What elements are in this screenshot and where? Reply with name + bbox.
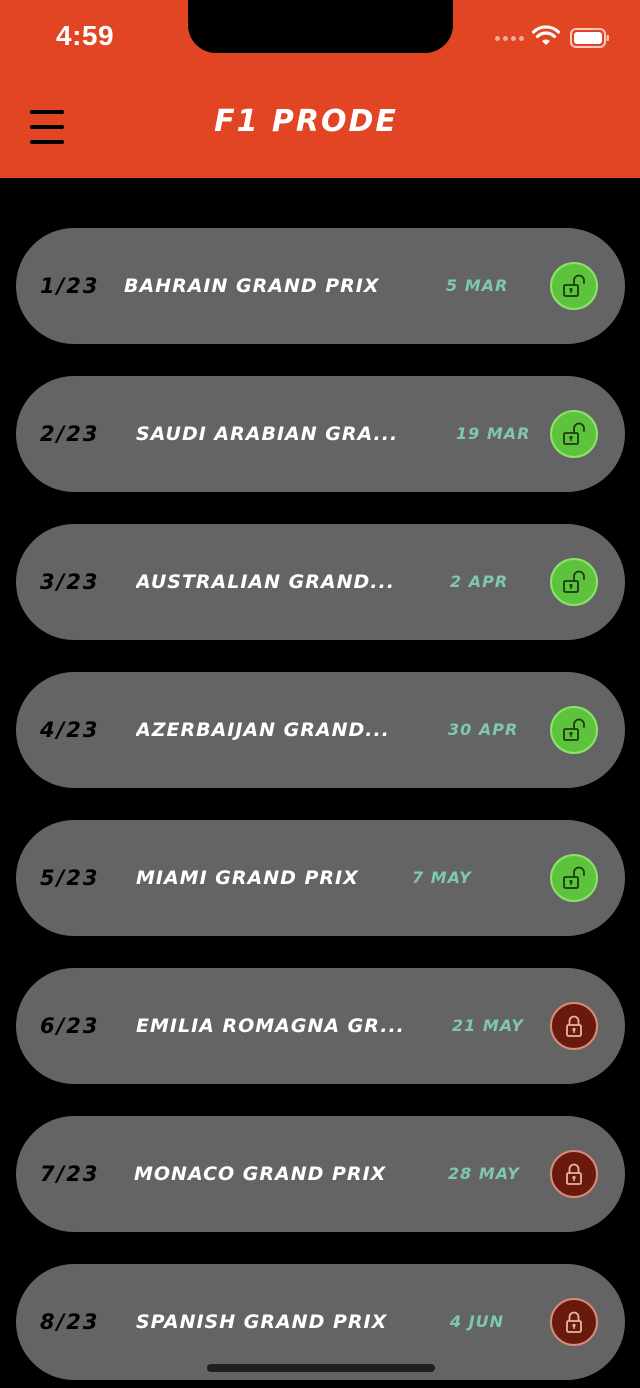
race-round-number: 7/23 bbox=[40, 1162, 100, 1186]
cellular-signal-icon bbox=[495, 36, 524, 41]
lock-open-icon[interactable] bbox=[550, 706, 598, 754]
app-header: 4:59 F1 PRODE bbox=[0, 0, 640, 178]
wifi-icon bbox=[532, 25, 560, 45]
race-name: SAUDI ARABIAN GRA... bbox=[136, 423, 399, 445]
race-row[interactable]: 1/23 BAHRAIN GRAND PRIX 5 MAR bbox=[16, 228, 625, 344]
race-row[interactable]: 8/23 SPANISH GRAND PRIX 4 JUN bbox=[16, 1264, 625, 1380]
race-name: EMILIA ROMAGNA GR... bbox=[136, 1015, 405, 1037]
status-time: 4:59 bbox=[56, 20, 115, 51]
lock-closed-icon[interactable] bbox=[550, 1150, 598, 1198]
race-round-number: 6/23 bbox=[40, 1014, 100, 1038]
lock-closed-icon[interactable] bbox=[550, 1298, 598, 1346]
lock-open-icon[interactable] bbox=[550, 410, 598, 458]
lock-open-icon[interactable] bbox=[550, 558, 598, 606]
battery-icon bbox=[570, 28, 609, 48]
race-round-number: 3/23 bbox=[40, 570, 100, 594]
race-row[interactable]: 7/23 MONACO GRAND PRIX 28 MAY bbox=[16, 1116, 625, 1232]
race-name: BAHRAIN GRAND PRIX bbox=[124, 275, 380, 297]
race-name: MONACO GRAND PRIX bbox=[134, 1163, 387, 1185]
race-round-number: 8/23 bbox=[40, 1310, 100, 1334]
lock-open-icon[interactable] bbox=[550, 854, 598, 902]
race-round-number: 1/23 bbox=[40, 274, 100, 298]
race-list: 1/23 BAHRAIN GRAND PRIX 5 MAR 2/23 SAUDI ARA… bbox=[16, 228, 625, 1388]
race-round-number: 2/23 bbox=[40, 422, 100, 446]
race-name: SPANISH GRAND PRIX bbox=[136, 1311, 388, 1333]
race-date: 28 MAY bbox=[448, 1164, 520, 1183]
app-screen: 4:59 F1 PRODE 1/23 BAHRAIN GRAND PRIX 5 MA… bbox=[0, 0, 640, 1388]
lock-open-icon[interactable] bbox=[550, 262, 598, 310]
device-notch bbox=[188, 0, 453, 53]
race-date: 2 APR bbox=[450, 572, 509, 591]
race-row[interactable]: 2/23 SAUDI ARABIAN GRA... 19 MAR bbox=[16, 376, 625, 492]
race-date: 7 MAY bbox=[412, 868, 472, 887]
race-date: 21 MAY bbox=[452, 1016, 524, 1035]
race-name: MIAMI GRAND PRIX bbox=[136, 867, 359, 889]
race-date: 19 MAR bbox=[456, 424, 531, 443]
race-date: 4 JUN bbox=[450, 1312, 505, 1331]
race-name: AUSTRALIAN GRAND... bbox=[136, 571, 395, 593]
race-row[interactable]: 3/23 AUSTRALIAN GRAND... 2 APR bbox=[16, 524, 625, 640]
race-round-number: 4/23 bbox=[40, 718, 100, 742]
lock-closed-icon[interactable] bbox=[550, 1002, 598, 1050]
race-row[interactable]: 6/23 EMILIA ROMAGNA GR... 21 MAY bbox=[16, 968, 625, 1084]
race-round-number: 5/23 bbox=[40, 866, 100, 890]
race-row[interactable]: 4/23 AZERBAIJAN GRAND... 30 APR bbox=[16, 672, 625, 788]
race-name: AZERBAIJAN GRAND... bbox=[136, 719, 390, 741]
page-title: F1 PRODE bbox=[214, 104, 398, 139]
race-row[interactable]: 5/23 MIAMI GRAND PRIX 7 MAY bbox=[16, 820, 625, 936]
home-indicator[interactable] bbox=[207, 1364, 435, 1372]
race-date: 5 MAR bbox=[446, 276, 509, 295]
race-date: 30 APR bbox=[448, 720, 519, 739]
